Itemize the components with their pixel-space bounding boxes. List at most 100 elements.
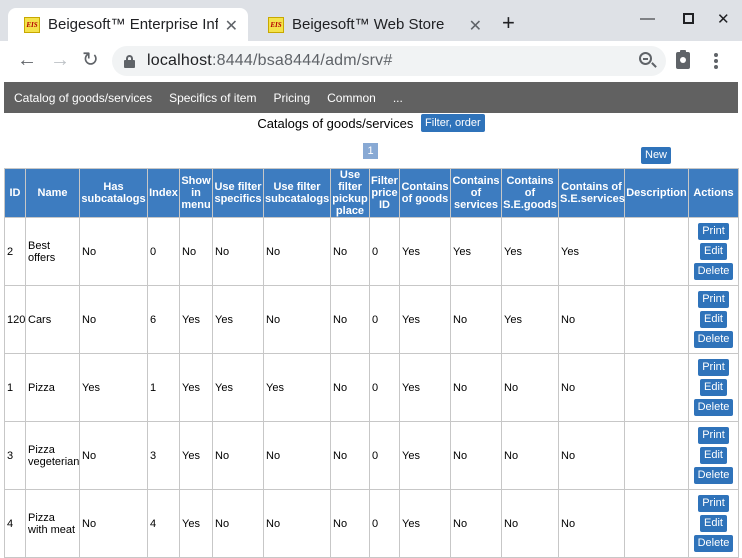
nav-item-pricing[interactable]: Pricing xyxy=(273,91,310,105)
table-cell: Yes xyxy=(212,285,264,354)
table-cell: 0 xyxy=(369,217,400,286)
print-button[interactable]: Print xyxy=(698,223,729,240)
table-cell: 4 xyxy=(147,489,180,558)
table-header-row: ID Name Has subcatalogs Index Show in menu Us… xyxy=(4,168,739,218)
nav-item-more[interactable]: ... xyxy=(393,91,403,105)
column-header: ID xyxy=(4,168,26,218)
column-header: Contains of S.E.services xyxy=(558,168,625,218)
table-cell: No xyxy=(263,421,331,490)
table-cell: No xyxy=(79,285,148,354)
table-cell: No xyxy=(263,489,331,558)
table-cell: No xyxy=(450,353,502,422)
close-tab-icon[interactable]: ✕ xyxy=(225,16,238,36)
table-cell: No xyxy=(79,421,148,490)
browser-tab-inactive[interactable]: EIS Beigesoft™ Web Store ✕ xyxy=(252,8,492,41)
clipboard-icon[interactable] xyxy=(676,50,690,69)
table-cell: No xyxy=(79,217,148,286)
table-cell xyxy=(624,489,689,558)
column-header: Description xyxy=(624,168,689,218)
column-header: Use filter pickup place xyxy=(330,168,370,218)
back-icon[interactable]: ← xyxy=(17,49,37,71)
list-title-bar: Catalogs of goods/services Filter, order xyxy=(4,114,738,134)
row-actions: Print Edit Delete xyxy=(688,285,739,354)
new-tab-icon[interactable]: + xyxy=(502,12,515,34)
row-actions: Print Edit Delete xyxy=(688,217,739,286)
column-header: Contains of goods xyxy=(399,168,451,218)
table-cell: No xyxy=(558,421,625,490)
close-window-icon[interactable]: ✕ xyxy=(717,10,730,28)
delete-button[interactable]: Delete xyxy=(693,331,734,348)
new-button[interactable]: New xyxy=(641,147,672,164)
print-button[interactable]: Print xyxy=(698,427,729,444)
table-cell: No xyxy=(212,489,264,558)
table-cell: No xyxy=(330,217,370,286)
tab-title: Beigesoft™ Web Store xyxy=(292,16,445,33)
nav-item-specifics[interactable]: Specifics of item xyxy=(169,91,256,105)
browser-toolbar: ← → ↻ localhost:8444/bsa8444/adm/srv# xyxy=(0,41,742,81)
print-button[interactable]: Print xyxy=(698,495,729,512)
table-cell: Yes xyxy=(179,421,213,490)
table-body: 2 Best offers No 0 No No No No 0 Yes Yes Yes Yes Prin… xyxy=(4,217,739,558)
delete-button[interactable]: Delete xyxy=(693,535,734,552)
print-button[interactable]: Print xyxy=(698,359,729,376)
table-cell: Yes xyxy=(179,489,213,558)
table-row: 120 Cars No 6 Yes Yes No No 0 Yes No Yes No Print Edit… xyxy=(4,285,739,354)
table-cell: Cars xyxy=(25,285,80,354)
table-cell: No xyxy=(558,489,625,558)
edit-button[interactable]: Edit xyxy=(700,311,727,328)
zoom-icon[interactable] xyxy=(639,52,652,65)
page-number-1[interactable]: 1 xyxy=(363,143,378,159)
table-cell: 0 xyxy=(369,353,400,422)
browser-tab-active[interactable]: EIS Beigesoft™ Enterprise Info ✕ xyxy=(8,8,248,41)
table-cell xyxy=(624,285,689,354)
table-cell: Pizza xyxy=(25,353,80,422)
minimize-icon[interactable]: — xyxy=(640,10,655,27)
table-cell: Yes xyxy=(501,285,559,354)
table-cell: Yes xyxy=(212,353,264,422)
nav-item-catalog[interactable]: Catalog of goods/services xyxy=(14,91,152,105)
table-cell: No xyxy=(212,217,264,286)
table-cell: No xyxy=(501,353,559,422)
column-header: Show in menu xyxy=(179,168,213,218)
browser-menu-icon[interactable] xyxy=(714,53,718,69)
close-tab-icon[interactable]: ✕ xyxy=(469,16,482,36)
table-cell: Pizza with meat xyxy=(25,489,80,558)
table-cell: Best offers xyxy=(25,217,80,286)
table-cell: Yes xyxy=(79,353,148,422)
edit-button[interactable]: Edit xyxy=(700,243,727,260)
edit-button[interactable]: Edit xyxy=(700,447,727,464)
table-cell: Yes xyxy=(399,217,451,286)
column-header: Name xyxy=(25,168,80,218)
edit-button[interactable]: Edit xyxy=(700,379,727,396)
table-cell: 1 xyxy=(4,353,26,422)
print-button[interactable]: Print xyxy=(698,291,729,308)
table-cell: Yes xyxy=(179,353,213,422)
delete-button[interactable]: Delete xyxy=(693,263,734,280)
table-cell: No xyxy=(263,217,331,286)
filter-order-button[interactable]: Filter, order xyxy=(421,114,485,132)
edit-button[interactable]: Edit xyxy=(700,515,727,532)
row-actions: Print Edit Delete xyxy=(688,489,739,558)
maximize-icon[interactable] xyxy=(683,13,694,24)
delete-button[interactable]: Delete xyxy=(693,467,734,484)
catalogs-table: ID Name Has subcatalogs Index Show in menu Us… xyxy=(4,168,739,558)
table-cell: No xyxy=(450,421,502,490)
forward-icon[interactable]: → xyxy=(50,49,70,71)
address-bar[interactable]: localhost:8444/bsa8444/adm/srv# xyxy=(112,46,666,76)
table-cell: Yes xyxy=(399,421,451,490)
delete-button[interactable]: Delete xyxy=(693,399,734,416)
table-row: 1 Pizza Yes 1 Yes Yes Yes No 0 Yes No No No Print Edit… xyxy=(4,353,739,422)
table-cell: Yes xyxy=(399,285,451,354)
table-cell: 0 xyxy=(369,489,400,558)
table-cell: Yes xyxy=(263,353,331,422)
table-cell xyxy=(624,353,689,422)
table-row: 2 Best offers No 0 No No No No 0 Yes Yes Yes Yes Prin… xyxy=(4,217,739,286)
table-cell: No xyxy=(558,353,625,422)
nav-item-common[interactable]: Common xyxy=(327,91,376,105)
reload-icon[interactable]: ↻ xyxy=(82,49,99,71)
table-cell: 3 xyxy=(147,421,180,490)
table-cell: 1 xyxy=(147,353,180,422)
column-header: Contains of services xyxy=(450,168,502,218)
column-header: Has subcatalogs xyxy=(79,168,148,218)
table-cell xyxy=(624,421,689,490)
